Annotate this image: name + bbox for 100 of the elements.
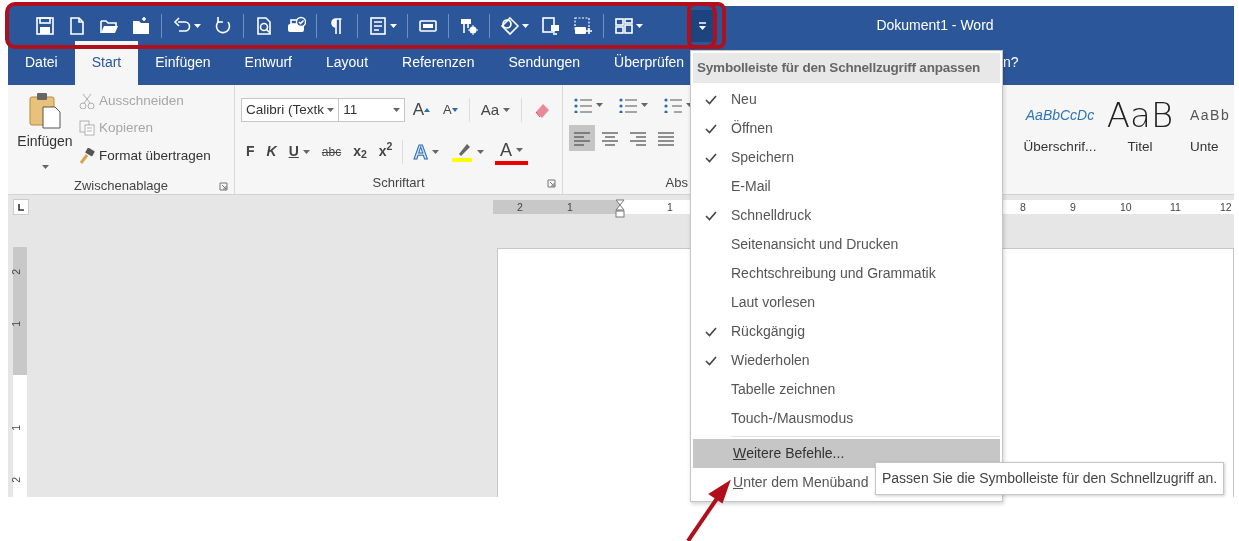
save-icon [35,15,55,36]
menu-item[interactable]: Rückgängig [691,317,1002,347]
ruler-number: 8 [1020,200,1026,214]
caret-icon [327,107,335,112]
caret-icon [641,103,648,107]
ruler-number: 12 [1220,200,1232,214]
up-arrow-icon [424,107,430,112]
ribbon-tab[interactable]: Einfügen [138,41,228,85]
ruler-number: 1 [667,200,673,214]
caret-icon [302,149,310,154]
underline-button[interactable]: U [283,139,315,164]
grow-font-button[interactable]: A [407,95,435,125]
caret-icon [503,107,510,112]
arrow [686,479,731,541]
form-icon [368,15,388,36]
caret-icon [476,149,484,154]
tooltip: Passen Sie die Symbolleiste für den Schnellzugriff an. [875,462,1225,495]
ribbon-tab[interactable]: Start [74,41,139,85]
camera-add-icon [573,15,593,36]
indent-marker-icon[interactable] [615,198,625,219]
ribbon-tab[interactable]: Referenzen [385,41,492,85]
align-justify-icon [658,130,674,147]
group-label: Schriftart [372,174,425,193]
ruler-number: 2 [517,200,523,214]
shrink-font-button[interactable]: A [438,98,463,122]
caret-icon [390,23,397,28]
align-center-icon [602,130,618,147]
superscript-button[interactable]: x$^{2}$ [373,139,398,164]
group-label: Abs [665,174,688,193]
caret-icon [392,107,400,112]
layout-icon [614,15,634,36]
ribbon-tab[interactable]: Datei [8,41,75,85]
ribbon-tab[interactable]: Layout [309,41,386,85]
paste-button[interactable]: Einfügen [14,89,76,176]
shapes-icon [500,15,520,36]
dialog-launcher-icon[interactable] [219,181,228,191]
group-label: Zwischenablage [74,176,168,195]
format-painter-button[interactable]: Format übertragen [76,143,214,168]
paintbrush-icon [79,147,95,164]
ruler-number: 2 [9,268,24,275]
menu-item[interactable]: Rechtschreibung und Grammatik [691,259,1002,289]
down-arrow-icon [451,107,458,112]
ruler-number: 9 [1070,200,1076,214]
caret-icon [522,23,529,28]
ruler-number: 1 [567,200,573,214]
menu-item[interactable]: Öffnen [691,114,1002,144]
menu-item[interactable]: Laut vorlesen [691,288,1002,318]
style-gallery-item[interactable]: AaBbCcDc Überschrif... [1022,85,1098,158]
ruler-number: 11 [1170,200,1181,214]
bold-button[interactable]: F [241,139,260,164]
ribbon-tab[interactable]: Sendungen [491,41,598,85]
clipboard-icon [28,91,62,129]
ribbon-tab[interactable]: Entwurf [227,41,309,85]
caret-icon [596,103,603,107]
bullets-icon[interactable] [574,97,592,113]
window-title: Dokument1 - Word [875,16,995,35]
caret-icon [636,23,643,28]
copy-icon [79,120,95,137]
tab-selector-button[interactable] [13,199,29,215]
caret-icon [431,149,439,154]
menu-item[interactable]: Speichern [691,143,1002,173]
align-left-icon [574,130,590,147]
menu-item[interactable]: Schnelldruck [691,201,1002,231]
screen-icon [541,15,561,36]
menu-item[interactable]: Wiederholen [691,346,1002,376]
style-preview: AaBb [1190,105,1231,125]
folder-icon [131,15,151,36]
ruler-number: 1 [9,424,24,431]
change-case-button[interactable]: Aa [475,96,515,123]
caret-icon [515,147,523,152]
font-name-field[interactable]: Calibri (Textk [241,97,340,122]
highlighter-icon[interactable] [450,141,473,162]
strikethrough-button[interactable]: abc [316,140,347,163]
print-preview-icon [254,15,274,36]
style-preview: AaBbCcDc [1025,105,1095,125]
align-right-icon [630,130,646,147]
menu-item[interactable]: Touch-/Mausmodus [691,404,1002,434]
caret-icon [41,164,49,169]
dropdown-icon [697,21,707,30]
dialog-launcher-icon[interactable] [547,179,556,189]
ruler-number: 2 [9,476,24,483]
ruler-number: 1 [9,320,24,327]
ruler-number: 10 [1120,200,1132,214]
menu-item[interactable]: Seitenansicht und Drucken [691,230,1002,260]
subscript-button[interactable]: x$_{2}$ [348,139,372,164]
menu-item[interactable]: Neu [691,85,1002,115]
font-size-field[interactable]: 11 [338,97,405,122]
style-gallery-item[interactable]: AaBb Unte [1182,85,1234,158]
menu-item[interactable]: E-Mail [691,172,1002,202]
tell-me-text: n? [1003,53,1019,72]
menu-item[interactable]: Weitere Befehle... [693,439,1000,469]
scissors-icon [79,93,95,110]
style-preview: AaB [1106,93,1174,137]
menu-item[interactable]: Tabelle zeichnen [691,375,1002,405]
style-gallery-item[interactable]: AaB Titel [1102,85,1178,158]
menu-title: Symbolleiste für den Schnellzugriff anpassen [693,53,1000,84]
italic-button[interactable]: K [261,139,282,164]
font-color-button[interactable]: A [494,138,528,165]
new-document-icon [67,15,87,36]
caret-icon [194,23,201,28]
